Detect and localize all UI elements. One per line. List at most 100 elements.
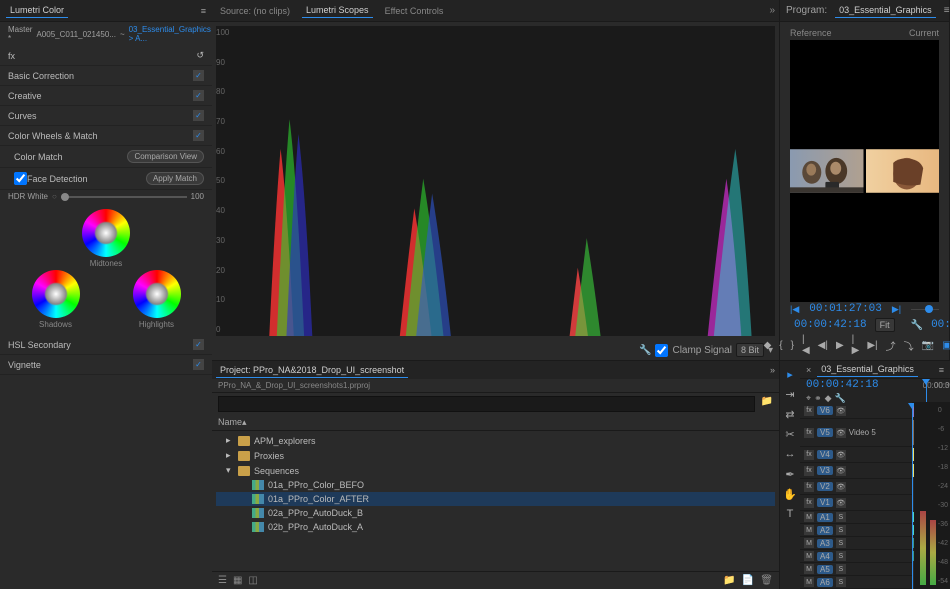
face-detection-checkbox[interactable]: [14, 172, 27, 185]
section-basic-correction[interactable]: Basic Correction ✓: [0, 66, 212, 86]
video-track-header[interactable]: fxV4👁: [800, 447, 912, 463]
audio-track-header[interactable]: MA5S: [800, 563, 912, 576]
settings-icon[interactable]: 🔧: [911, 320, 923, 331]
step-back-icon[interactable]: ◀|: [818, 338, 828, 352]
comparison-icon[interactable]: ▣: [942, 338, 950, 352]
timeline-ruler[interactable]: 00:00:39:2300:00:44:22: [912, 379, 950, 403]
program-tab[interactable]: 03_Essential_Graphics: [835, 3, 936, 18]
solo-icon[interactable]: S: [836, 577, 846, 587]
add-marker-icon[interactable]: ◆: [764, 338, 772, 352]
toggle-track-icon[interactable]: fx: [804, 498, 814, 508]
name-column-header[interactable]: Name: [218, 417, 242, 428]
solo-icon[interactable]: S: [836, 512, 846, 522]
go-to-in-icon[interactable]: |◀: [802, 338, 810, 352]
export-frame-icon[interactable]: 📷: [922, 338, 934, 352]
toggle-track-icon[interactable]: fx: [804, 482, 814, 492]
tabs-overflow-icon[interactable]: »: [770, 365, 775, 375]
folder-item[interactable]: ▾Sequences: [216, 463, 775, 478]
sequence-item[interactable]: 01a_PPro_Color_AFTER: [216, 492, 775, 506]
project-tab[interactable]: Project: PPro_NA&2018_Drop_UI_screenshot: [216, 363, 408, 378]
timeline-tab-caret[interactable]: ×: [806, 365, 811, 375]
settings-icon[interactable]: 🔧: [835, 393, 846, 404]
folder-item[interactable]: ▸APM_explorers: [216, 433, 775, 448]
fx-badge[interactable]: fx: [8, 51, 15, 61]
mute-icon[interactable]: M: [804, 538, 814, 548]
mark-out-icon[interactable]: ▶|: [892, 304, 901, 315]
hdr-white-slider[interactable]: [61, 196, 187, 198]
toggle-track-icon[interactable]: fx: [804, 450, 814, 460]
solo-icon[interactable]: S: [836, 551, 846, 561]
section-color-wheels[interactable]: Color Wheels & Match ✓: [0, 126, 212, 146]
video-track-header[interactable]: fxV1👁: [800, 495, 912, 511]
lock-icon[interactable]: 👁: [836, 466, 846, 476]
sequence-item[interactable]: 01a_PPro_Color_BEFO: [216, 478, 775, 492]
slip-tool-icon[interactable]: ↔: [783, 447, 797, 461]
comparison-view-button[interactable]: Comparison View: [127, 150, 204, 163]
wrench-icon[interactable]: 🔧: [639, 345, 651, 356]
section-checkbox[interactable]: ✓: [193, 130, 204, 141]
type-tool-icon[interactable]: T: [783, 507, 797, 521]
bin-icon[interactable]: 📁: [761, 396, 773, 412]
video-track-header[interactable]: fxV6👁: [800, 403, 912, 419]
linked-selection-icon[interactable]: ⚭: [814, 393, 822, 404]
sort-icon[interactable]: ▴: [242, 417, 247, 428]
panel-menu-icon[interactable]: ≡: [939, 365, 944, 375]
sequence-item[interactable]: 02b_PPro_AutoDuck_A: [216, 520, 775, 534]
hdr-white-value[interactable]: 100: [191, 192, 204, 201]
lock-icon[interactable]: 👁: [836, 498, 846, 508]
go-to-out-icon[interactable]: ▶|: [867, 338, 877, 352]
shadows-wheel[interactable]: Shadows: [6, 270, 105, 329]
play-icon[interactable]: ▶: [836, 338, 844, 352]
lock-icon[interactable]: 👁: [836, 482, 846, 492]
section-checkbox[interactable]: ✓: [193, 70, 204, 81]
highlights-wheel[interactable]: Highlights: [107, 270, 206, 329]
audio-track-header[interactable]: MA1S: [800, 511, 912, 524]
master-link[interactable]: 03_Essential_Graphics > A...: [129, 25, 211, 43]
freeform-view-icon[interactable]: ◫: [248, 575, 257, 586]
video-track-header[interactable]: fxV3👁: [800, 463, 912, 479]
mark-in-icon[interactable]: |◀: [790, 304, 799, 315]
lock-icon[interactable]: 👁: [836, 450, 846, 460]
panel-menu-icon[interactable]: ≡: [944, 5, 950, 16]
icon-view-icon[interactable]: ▦: [233, 575, 242, 586]
audio-track-header[interactable]: MA3S: [800, 537, 912, 550]
section-hsl-secondary[interactable]: HSL Secondary ✓: [0, 335, 212, 355]
lock-icon[interactable]: 👁: [836, 406, 846, 416]
folder-item[interactable]: ▸Proxies: [216, 448, 775, 463]
section-checkbox[interactable]: ✓: [193, 359, 204, 370]
section-vignette[interactable]: Vignette ✓: [0, 355, 212, 375]
clamp-signal-checkbox[interactable]: [655, 344, 668, 357]
scrub-bar[interactable]: |◀ 00:01:27:03 ▶|: [790, 302, 939, 316]
new-item-icon[interactable]: 📄: [742, 575, 754, 586]
mute-icon[interactable]: M: [804, 577, 814, 587]
tab-lumetri-scopes[interactable]: Lumetri Scopes: [302, 3, 373, 18]
audio-track-header[interactable]: MA4S: [800, 550, 912, 563]
reset-icon[interactable]: ↺: [196, 50, 204, 61]
timeline-playhead[interactable]: [912, 403, 913, 589]
extract-icon[interactable]: ⤵: [904, 338, 914, 352]
hand-tool-icon[interactable]: ✋: [783, 487, 797, 501]
lock-icon[interactable]: 👁: [836, 428, 846, 438]
new-bin-icon[interactable]: 📁: [723, 575, 735, 586]
ripple-tool-icon[interactable]: ⇄: [783, 407, 797, 421]
left-timecode[interactable]: 00:00:42:18: [794, 319, 867, 331]
mute-icon[interactable]: M: [804, 512, 814, 522]
section-checkbox[interactable]: ✓: [193, 339, 204, 350]
delete-icon[interactable]: 🗑: [760, 575, 773, 586]
tab-effect-controls[interactable]: Effect Controls: [381, 4, 448, 18]
solo-icon[interactable]: S: [836, 538, 846, 548]
selection-tool-icon[interactable]: ▸: [783, 367, 797, 381]
track-select-tool-icon[interactable]: ⇥: [783, 387, 797, 401]
timeline-timecode[interactable]: 00:00:42:18: [806, 379, 906, 391]
razor-tool-icon[interactable]: ✂: [783, 427, 797, 441]
lumetri-tab[interactable]: Lumetri Color: [6, 3, 68, 18]
step-forward-icon[interactable]: |▶: [852, 338, 860, 352]
marker-icon[interactable]: ◆: [825, 393, 832, 404]
fit-dropdown[interactable]: Fit: [875, 318, 895, 332]
midtones-wheel[interactable]: Midtones: [82, 209, 130, 268]
toggle-track-icon[interactable]: fx: [804, 428, 814, 438]
section-checkbox[interactable]: ✓: [193, 110, 204, 121]
mute-icon[interactable]: M: [804, 564, 814, 574]
panel-menu-icon[interactable]: ≡: [201, 6, 206, 16]
bit-depth-select[interactable]: 8 Bit: [736, 343, 764, 357]
